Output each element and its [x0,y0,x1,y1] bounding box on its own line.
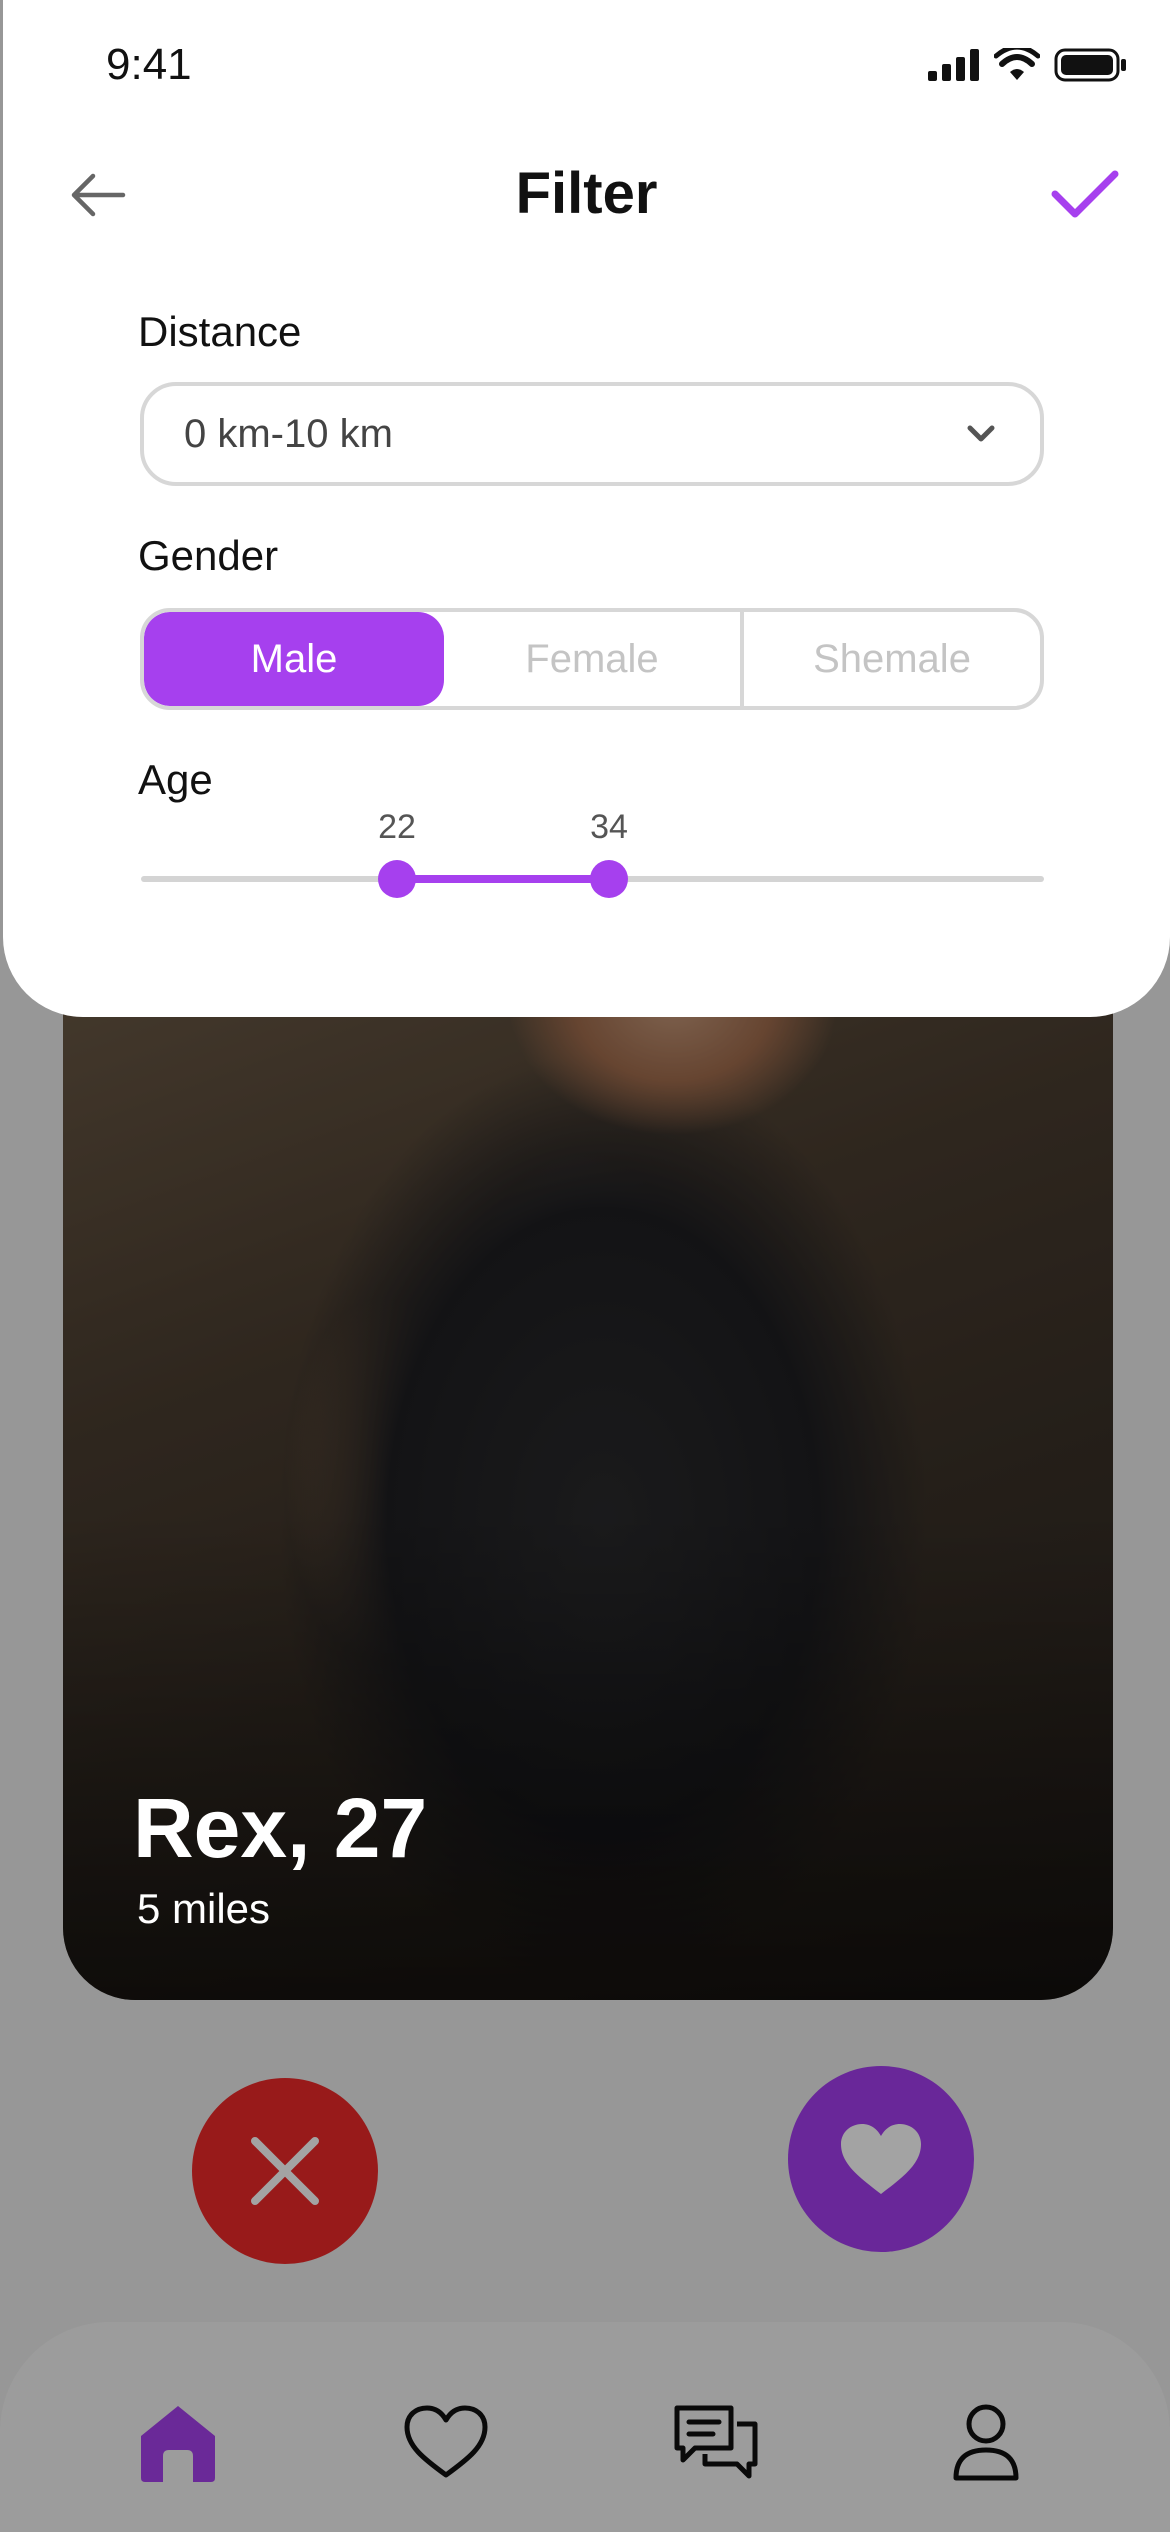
age-slider-max-handle[interactable] [590,860,628,898]
filter-sheet: 9:41 Filter Distance 0 km-10 km Gender M… [3,0,1170,1017]
distance-label: Distance [138,308,302,355]
page-title: Filter [515,161,658,226]
profile-name-age: Rex, 27 [133,1781,428,1875]
gender-option-male[interactable]: Male [144,612,444,706]
confirm-button[interactable] [1043,160,1123,230]
battery-icon [1054,48,1126,82]
gender-option-female[interactable]: Female [444,612,740,706]
distance-value: 0 km-10 km [184,411,393,456]
age-slider-min-handle[interactable] [378,860,416,898]
wifi-icon [994,48,1040,80]
status-icons [928,48,1128,82]
distance-select[interactable]: 0 km-10 km [140,382,1044,486]
gender-segmented-control: Male Female Shemale [140,608,1044,710]
chevron-down-icon [967,425,995,442]
age-label: Age [138,756,213,803]
age-max-value: 34 [590,808,628,846]
age-min-value: 22 [378,808,416,846]
checkmark-icon [1051,170,1119,218]
profile-distance: 5 miles [137,1885,271,1932]
age-slider-range [396,875,610,883]
gender-option-shemale[interactable]: Shemale [740,612,1040,706]
status-time: 9:41 [106,40,192,89]
signal-icon [928,49,979,81]
gender-label: Gender [138,532,279,579]
